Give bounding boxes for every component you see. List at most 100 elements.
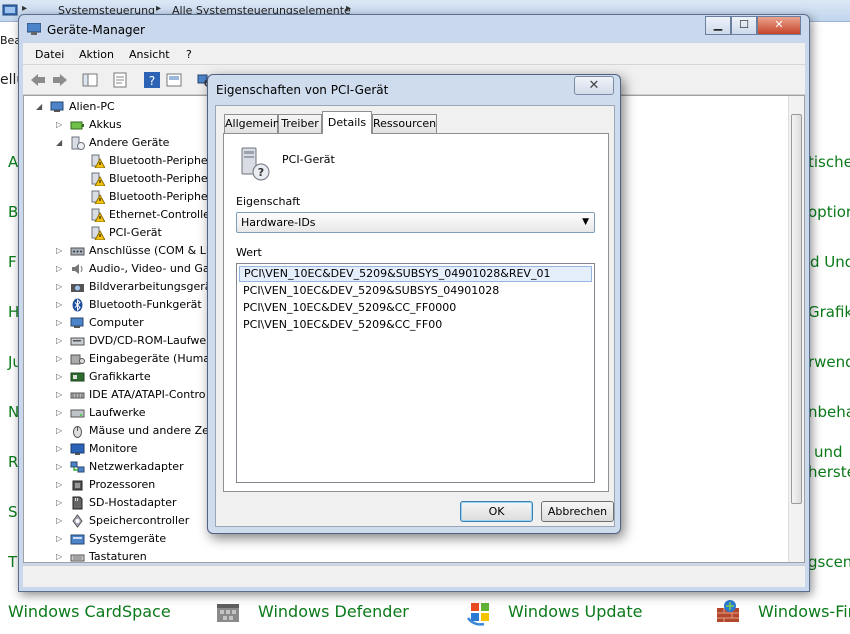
cp-item-fragment[interactable]: B (8, 203, 18, 221)
collapsed-arrow-icon[interactable]: ▷ (56, 440, 66, 458)
value-list[interactable]: PCI\VEN_10EC&DEV_5209&SUBSYS_04901028&RE… (236, 263, 595, 483)
chevron-down-icon: ▼ (582, 217, 589, 227)
back-arrow-icon[interactable] (29, 71, 47, 89)
collapsed-arrow-icon[interactable]: ▷ (56, 242, 66, 260)
help-icon[interactable]: ? (143, 71, 161, 89)
cp-item-fragment[interactable]: R (8, 453, 18, 471)
collapsed-arrow-icon[interactable]: ▷ (56, 314, 66, 332)
cp-item-fragment[interactable]: und (814, 443, 843, 461)
collapsed-arrow-icon[interactable]: ▷ (56, 494, 66, 512)
cp-item-fragment[interactable]: d Und (810, 253, 850, 271)
monitor-icon (70, 442, 85, 456)
collapsed-arrow-icon[interactable]: ▷ (56, 548, 66, 562)
control-panel-icon (2, 3, 18, 20)
collapsed-arrow-icon[interactable]: ▷ (56, 296, 66, 314)
drive-icon (70, 406, 85, 420)
menu-bar: Datei Aktion Ansicht ? (23, 43, 805, 65)
collapsed-arrow-icon[interactable]: ▷ (56, 422, 66, 440)
device-manager-titlebar[interactable]: Geräte-Manager ▁ ☐ ✕ (19, 15, 809, 43)
dialog-close-button[interactable]: ✕ (574, 76, 614, 95)
collapsed-arrow-icon[interactable]: ▷ (56, 386, 66, 404)
tab-details[interactable]: Details (322, 111, 372, 134)
collapsed-arrow-icon[interactable]: ▷ (56, 476, 66, 494)
cp-item-fragment[interactable]: nbeha (808, 403, 850, 421)
cp-item-fragment[interactable]: F (8, 253, 17, 271)
cp-item-fragment[interactable]: tische (808, 153, 850, 171)
collapsed-arrow-icon[interactable]: ▷ (56, 404, 66, 422)
cp-item-windows-cardspace[interactable]: Windows CardSpace (8, 602, 171, 621)
device-tree-label: SD-Hostadapter (89, 496, 177, 509)
value-list-item[interactable]: PCI\VEN_10EC&DEV_5209&CC_FF00 (239, 317, 592, 333)
device-tree-label: DVD/CD-ROM-Laufwe (89, 334, 207, 347)
action-icon[interactable] (165, 71, 183, 89)
minimize-button[interactable]: ▁ (705, 16, 731, 35)
cp-item-fragment[interactable]: gscen (808, 553, 850, 571)
warning-device-icon (90, 172, 106, 187)
close-button[interactable]: ✕ (757, 16, 801, 35)
collapsed-arrow-icon[interactable]: ▷ (56, 530, 66, 548)
cancel-button[interactable]: Abbrechen (541, 501, 614, 522)
tree-scrollbar[interactable] (788, 96, 804, 562)
device-tree-label: Computer (89, 316, 144, 329)
breadcrumb-chevron-icon[interactable]: ▸ (22, 3, 27, 14)
cp-item-fragment[interactable]: T (8, 553, 17, 571)
svg-text:?: ? (258, 166, 264, 179)
cp-item-fragment[interactable]: optior (808, 203, 850, 221)
ok-button[interactable]: OK (460, 501, 533, 522)
properties-icon[interactable] (111, 71, 129, 89)
menu-ansicht[interactable]: Ansicht (129, 48, 170, 61)
cp-item-fragment[interactable]: rwendu (808, 353, 850, 371)
device-tree-label: Andere Geräte (89, 136, 170, 149)
device-tree-label: Netzwerkadapter (89, 460, 184, 473)
collapsed-arrow-icon[interactable]: ▷ (56, 278, 66, 296)
tree-scrollbar-thumb[interactable] (791, 114, 802, 504)
tab-allgemein[interactable]: Allgemein (224, 114, 280, 133)
cp-item-windows-update[interactable]: Windows Update (508, 602, 642, 621)
property-dropdown[interactable]: Hardware-IDs ▼ (236, 212, 595, 233)
device-tree-label: Mäuse und andere Zei (89, 424, 212, 437)
collapsed-arrow-icon[interactable]: ▷ (56, 458, 66, 476)
pci-device-icon: ? (236, 146, 270, 182)
cp-item-fragment[interactable]: Grafik (808, 303, 850, 321)
collapsed-arrow-icon[interactable]: ▷ (56, 116, 66, 134)
device-tree-label: Bluetooth-Peripher (109, 190, 213, 203)
cp-item-windows-defender[interactable]: Windows Defender (258, 602, 409, 621)
cp-item-fragment[interactable]: A (8, 153, 18, 171)
show-hide-tree-icon[interactable] (81, 71, 99, 89)
warning-device-icon (90, 226, 106, 241)
collapsed-arrow-icon[interactable]: ▷ (56, 332, 66, 350)
property-label: Eigenschaft (236, 195, 301, 208)
value-list-item[interactable]: PCI\VEN_10EC&DEV_5209&SUBSYS_04901028 (239, 283, 592, 299)
device-tree-label: Eingabegeräte (Humar (89, 352, 215, 365)
menu-aktion[interactable]: Aktion (79, 48, 114, 61)
speaker-icon (70, 262, 85, 276)
tab-ressourcen[interactable]: Ressourcen (372, 114, 437, 133)
maximize-button[interactable]: ☐ (731, 16, 757, 35)
device-tree-label: Bluetooth-Peripher (109, 154, 213, 167)
unknown-device-icon (70, 136, 85, 150)
collapsed-arrow-icon[interactable]: ▷ (56, 350, 66, 368)
forward-arrow-icon[interactable] (51, 71, 69, 89)
collapsed-arrow-icon[interactable]: ▷ (56, 368, 66, 386)
collapsed-arrow-icon[interactable]: ▷ (56, 260, 66, 278)
collapsed-arrow-icon[interactable]: ▷ (56, 512, 66, 530)
cp-item-fragment[interactable]: S (8, 503, 18, 521)
menu-help[interactable]: ? (186, 48, 192, 61)
device-tree-node[interactable]: ▷ Tastaturen (24, 548, 324, 562)
processor-icon (70, 478, 85, 492)
device-name-label: PCI-Gerät (282, 153, 335, 166)
system-icon (70, 532, 85, 546)
svg-text:?: ? (149, 74, 155, 88)
value-list-item[interactable]: PCI\VEN_10EC&DEV_5209&SUBSYS_04901028&RE… (239, 266, 592, 282)
expanded-arrow-icon[interactable]: ◢ (56, 134, 66, 152)
value-list-item[interactable]: PCI\VEN_10EC&DEV_5209&CC_FF0000 (239, 300, 592, 316)
menu-datei[interactable]: Datei (35, 48, 64, 61)
device-tree-label: Bluetooth-Funkgerät (89, 298, 202, 311)
device-tree-label: Akkus (89, 118, 122, 131)
cp-item-fragment[interactable]: herste (808, 463, 850, 481)
cp-item-windows-firewall[interactable]: Windows-Fire (758, 602, 850, 621)
expanded-arrow-icon[interactable]: ◢ (36, 98, 46, 116)
battery-icon (70, 118, 85, 132)
computer-icon (50, 100, 65, 114)
tab-treiber[interactable]: Treiber (278, 114, 322, 133)
